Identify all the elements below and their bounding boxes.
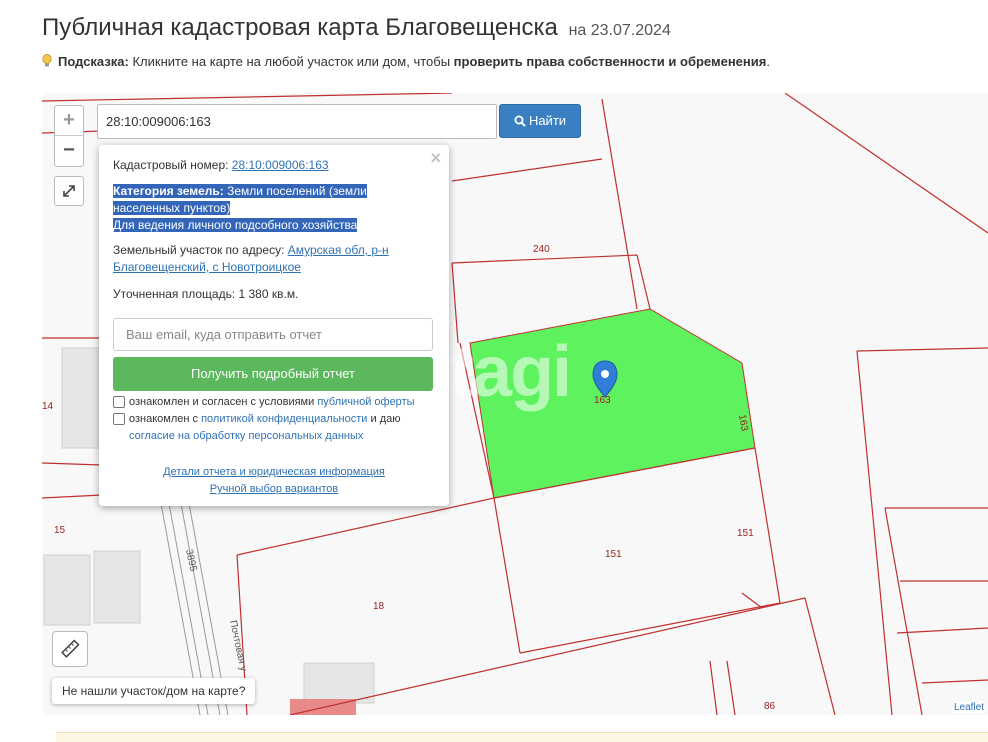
offer-consent-checkbox[interactable]: [113, 396, 125, 408]
zoom-in-button[interactable]: +: [55, 106, 83, 136]
hint-tail: .: [766, 54, 770, 69]
hint-label: Подсказка:: [58, 54, 129, 69]
page-title-text: Публичная кадастровая карта Благовещенск…: [42, 14, 558, 41]
lightbulb-icon: [42, 54, 52, 67]
zoom-control: + −: [54, 105, 84, 167]
label-14: 14: [42, 401, 54, 412]
find-button[interactable]: Найти: [499, 104, 581, 138]
category-use: Для ведения личного подсобного хозяйства: [113, 218, 358, 232]
category-value-line1: Земли поселений (земли: [227, 184, 367, 198]
building-block: [61, 347, 103, 449]
hint-emphasis: проверить права собственности и обремене…: [453, 54, 767, 69]
address-row: Земельный участок по адресу: Амурская об…: [113, 242, 435, 276]
label-151a: 151: [605, 549, 622, 560]
not-found-button[interactable]: Не нашли участок/дом на карте?: [52, 678, 256, 704]
cadastral-label: Кадастровый номер:: [113, 158, 229, 172]
leaflet-attribution-link[interactable]: Leaflet: [951, 702, 986, 713]
ruler-icon: [61, 639, 80, 658]
manual-selection-link[interactable]: Ручной выбор вариантов: [210, 483, 338, 495]
page-date: на 23.07.2024: [568, 22, 671, 39]
label-15: 15: [54, 525, 66, 536]
privacy-policy-link[interactable]: политикой конфиденциальности: [201, 413, 367, 425]
offer-consent-label: ознакомлен и согласен с условиями: [129, 396, 315, 408]
building-block: [93, 550, 141, 624]
expand-icon: [63, 185, 75, 197]
area-row: Уточненная площадь: 1 380 кв.м.: [113, 286, 435, 303]
category-value-line2: населенных пунктов): [113, 201, 231, 215]
label-street: Почтовая у: [227, 619, 249, 672]
page-title: Публичная кадастровая карта Благовещенск…: [42, 14, 671, 42]
cadastral-map[interactable]: 240 14 15 163 163 151 151 18 86 3895 Поч…: [42, 93, 988, 715]
cadastral-number-link[interactable]: 28:10:009006:163: [232, 158, 329, 172]
address-link-2[interactable]: Благовещенский, с Новотроицкое: [113, 260, 301, 274]
address-link-1[interactable]: Амурская обл, р-н: [288, 243, 389, 257]
label-151b: 151: [737, 528, 754, 539]
cadastral-search-input[interactable]: 28:10:009006:163: [97, 104, 497, 139]
parcel-info-popup: × Кадастровый номер: 28:10:009006:163 Ка…: [99, 145, 449, 506]
details-row: Детали отчета и юридическая информация: [99, 466, 449, 478]
category-label: Категория земель:: [113, 184, 224, 198]
privacy-consent-label-2: и даю: [370, 413, 401, 425]
zoom-out-button[interactable]: −: [55, 136, 83, 166]
label-240: 240: [533, 244, 550, 255]
area-label: Уточненная площадь:: [113, 287, 236, 301]
report-details-link[interactable]: Детали отчета и юридическая информация: [163, 466, 385, 478]
category-row: Категория земель: Земли поселений (земли…: [113, 183, 435, 234]
label-road: 3895: [183, 548, 198, 572]
find-button-label: Найти: [528, 113, 567, 128]
offer-consent-text: ознакомлен и согласен с условиями публич…: [129, 394, 435, 411]
building-block: [303, 662, 375, 704]
address-label: Земельный участок по адресу:: [113, 243, 285, 257]
building-block: [43, 554, 91, 626]
email-input[interactable]: Ваш email, куда отправить отчет: [113, 318, 433, 351]
manual-row: Ручной выбор вариантов: [99, 483, 449, 495]
search-icon: [514, 115, 526, 127]
hint-line: Подсказка: Кликните на карте на любой уч…: [42, 54, 770, 69]
privacy-consent-checkbox[interactable]: [113, 413, 125, 425]
hint-text: Кликните на карте на любой участок или д…: [132, 54, 451, 69]
area-value: 1 380 кв.м.: [238, 287, 299, 301]
public-offer-link[interactable]: публичной оферты: [317, 396, 414, 408]
label-18: 18: [373, 601, 385, 612]
label-163-center: 163: [594, 395, 611, 406]
footer-bar: [56, 732, 988, 742]
fullscreen-button[interactable]: [54, 176, 84, 206]
get-report-button[interactable]: Получить подробный отчет: [113, 357, 433, 391]
privacy-consent-label: ознакомлен с: [129, 413, 199, 425]
cadastral-row: Кадастровый номер: 28:10:009006:163: [113, 157, 435, 174]
privacy-consent-text: ознакомлен с политикой конфиденциальност…: [129, 411, 435, 445]
personal-data-consent-link[interactable]: согласие на обработку персональных данны…: [129, 430, 363, 442]
label-86: 86: [764, 701, 776, 712]
measure-button[interactable]: [52, 631, 88, 667]
